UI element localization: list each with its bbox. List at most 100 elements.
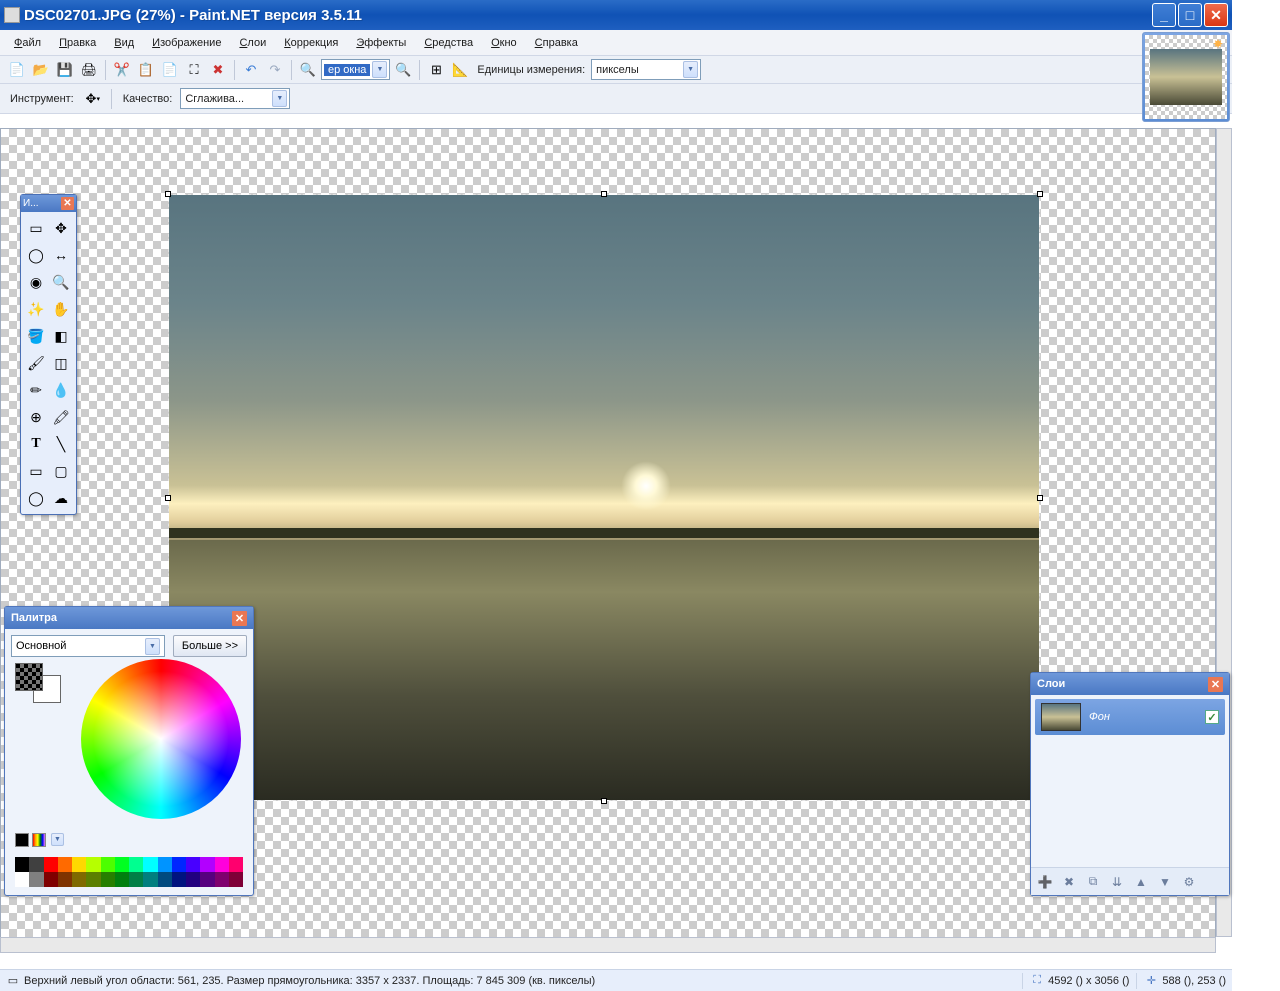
palette-color[interactable] bbox=[158, 857, 172, 872]
palette-color[interactable] bbox=[186, 857, 200, 872]
selection-handle-tr[interactable] bbox=[1037, 191, 1043, 197]
palette-color[interactable] bbox=[15, 857, 29, 872]
palette-color[interactable] bbox=[129, 857, 143, 872]
selection-handle-r[interactable] bbox=[1037, 495, 1043, 501]
pan-tool[interactable]: ✋ bbox=[49, 296, 73, 322]
lasso-tool[interactable]: ◯ bbox=[24, 242, 48, 268]
chevron-down-icon[interactable]: ▼ bbox=[272, 90, 287, 107]
crop-button[interactable]: ⛶ bbox=[183, 59, 205, 81]
palette-color[interactable] bbox=[186, 872, 200, 887]
palette-color[interactable] bbox=[200, 872, 214, 887]
palette-color[interactable] bbox=[200, 857, 214, 872]
layer-properties-button[interactable]: ⚙ bbox=[1179, 872, 1199, 892]
color-type-combo[interactable]: Основной ▼ bbox=[11, 635, 165, 657]
color-wheel[interactable] bbox=[81, 659, 241, 819]
gradient-tool[interactable]: ◧ bbox=[49, 323, 73, 349]
palette-color[interactable] bbox=[44, 872, 58, 887]
palette-color[interactable] bbox=[158, 872, 172, 887]
colors-panel-close-button[interactable]: ✕ bbox=[232, 611, 247, 626]
menu-help[interactable]: Справка bbox=[527, 33, 586, 53]
rainbow-swatch[interactable] bbox=[32, 833, 46, 847]
text-tool[interactable]: T bbox=[24, 431, 48, 457]
delete-layer-button[interactable]: ✖ bbox=[1059, 872, 1079, 892]
palette-color[interactable] bbox=[101, 872, 115, 887]
selection-handle-tl[interactable] bbox=[165, 191, 171, 197]
menu-edit[interactable]: Правка bbox=[51, 33, 104, 53]
palette-color[interactable] bbox=[143, 872, 157, 887]
minimize-button[interactable]: _ bbox=[1152, 3, 1176, 27]
quality-combo[interactable]: Сглажива... ▼ bbox=[180, 88, 290, 109]
menu-adjust[interactable]: Коррекция bbox=[276, 33, 346, 53]
clone-stamp-tool[interactable]: ⊕ bbox=[24, 404, 48, 430]
zoom-tool[interactable]: 🔍 bbox=[49, 269, 73, 295]
document-thumbnail-panel[interactable]: ✸ bbox=[1142, 32, 1230, 122]
horizontal-scrollbar[interactable] bbox=[0, 937, 1216, 953]
canvas-image[interactable] bbox=[169, 195, 1039, 800]
menu-tools[interactable]: Средства bbox=[416, 33, 481, 53]
palette-color[interactable] bbox=[29, 857, 43, 872]
color-picker-tool[interactable]: 💧 bbox=[49, 377, 73, 403]
menu-image[interactable]: Изображение bbox=[144, 33, 229, 53]
palette-color[interactable] bbox=[15, 872, 29, 887]
maximize-button[interactable]: □ bbox=[1178, 3, 1202, 27]
brush-tool[interactable]: 🖌 bbox=[24, 350, 48, 376]
current-tool-button[interactable]: ✥▾ bbox=[82, 88, 104, 110]
copy-button[interactable]: 📋 bbox=[135, 59, 157, 81]
tools-panel-header[interactable]: И... ✕ bbox=[21, 195, 76, 212]
move-pixels-tool[interactable]: ↔ bbox=[49, 242, 73, 268]
tools-panel-close-button[interactable]: ✕ bbox=[61, 197, 74, 210]
palette-color[interactable] bbox=[58, 872, 72, 887]
document-thumbnail[interactable]: ✸ bbox=[1145, 35, 1227, 119]
menu-view[interactable]: Вид bbox=[106, 33, 142, 53]
palette-color[interactable] bbox=[58, 857, 72, 872]
new-button[interactable]: 📄 bbox=[6, 59, 28, 81]
palette-color[interactable] bbox=[29, 872, 43, 887]
paint-bucket-tool[interactable]: 🪣 bbox=[24, 323, 48, 349]
ellipse-select-tool[interactable]: ◉ bbox=[24, 269, 48, 295]
black-swatch[interactable] bbox=[15, 833, 29, 847]
palette-color[interactable] bbox=[86, 872, 100, 887]
palette-color[interactable] bbox=[215, 857, 229, 872]
open-button[interactable]: 📂 bbox=[30, 59, 52, 81]
selection-handle-l[interactable] bbox=[165, 495, 171, 501]
freeform-tool[interactable]: ☁ bbox=[49, 485, 73, 511]
merge-layer-button[interactable]: ⇊ bbox=[1107, 872, 1127, 892]
rectangle-tool[interactable]: ▭ bbox=[24, 458, 48, 484]
move-up-button[interactable]: ▲ bbox=[1131, 872, 1151, 892]
zoom-combo[interactable]: ер окна ▼ bbox=[321, 59, 390, 80]
deselect-button[interactable]: ✖ bbox=[207, 59, 229, 81]
palette-color[interactable] bbox=[72, 872, 86, 887]
pencil-tool[interactable]: ✏ bbox=[24, 377, 48, 403]
menu-layers[interactable]: Слои bbox=[231, 33, 274, 53]
units-combo[interactable]: пикселы ▼ bbox=[591, 59, 701, 80]
palette-color[interactable] bbox=[72, 857, 86, 872]
save-button[interactable]: 💾 bbox=[54, 59, 76, 81]
undo-button[interactable]: ↶ bbox=[240, 59, 262, 81]
palette-color[interactable] bbox=[215, 872, 229, 887]
layers-panel-close-button[interactable]: ✕ bbox=[1208, 677, 1223, 692]
rect-select-tool[interactable]: ▭ bbox=[24, 215, 48, 241]
chevron-down-icon[interactable]: ▼ bbox=[51, 833, 64, 846]
palette-color[interactable] bbox=[172, 872, 186, 887]
chevron-down-icon[interactable]: ▼ bbox=[683, 61, 698, 78]
palette-color[interactable] bbox=[115, 872, 129, 887]
grid-button[interactable]: ⊞ bbox=[425, 59, 447, 81]
ruler-button[interactable]: 📐 bbox=[449, 59, 471, 81]
magic-wand-tool[interactable]: ✨ bbox=[24, 296, 48, 322]
print-button[interactable]: 🖨 bbox=[78, 59, 100, 81]
menu-effects[interactable]: Эффекты bbox=[348, 33, 414, 53]
ellipse-tool[interactable]: ◯ bbox=[24, 485, 48, 511]
layer-item[interactable]: Фон ✓ bbox=[1035, 699, 1225, 735]
layer-visible-checkbox[interactable]: ✓ bbox=[1205, 710, 1219, 724]
colors-panel-header[interactable]: Палитра ✕ bbox=[5, 607, 253, 629]
chevron-down-icon[interactable]: ▼ bbox=[372, 61, 387, 78]
rounded-rectangle-tool[interactable]: ▢ bbox=[49, 458, 73, 484]
move-selection-tool[interactable]: ✥ bbox=[49, 215, 73, 241]
primary-color-swatch[interactable] bbox=[15, 663, 43, 691]
zoom-in-button[interactable]: 🔍 bbox=[392, 59, 414, 81]
selection-handle-t[interactable] bbox=[601, 191, 607, 197]
palette-color[interactable] bbox=[172, 857, 186, 872]
paste-button[interactable]: 📄 bbox=[159, 59, 181, 81]
palette-color[interactable] bbox=[86, 857, 100, 872]
palette-color[interactable] bbox=[129, 872, 143, 887]
